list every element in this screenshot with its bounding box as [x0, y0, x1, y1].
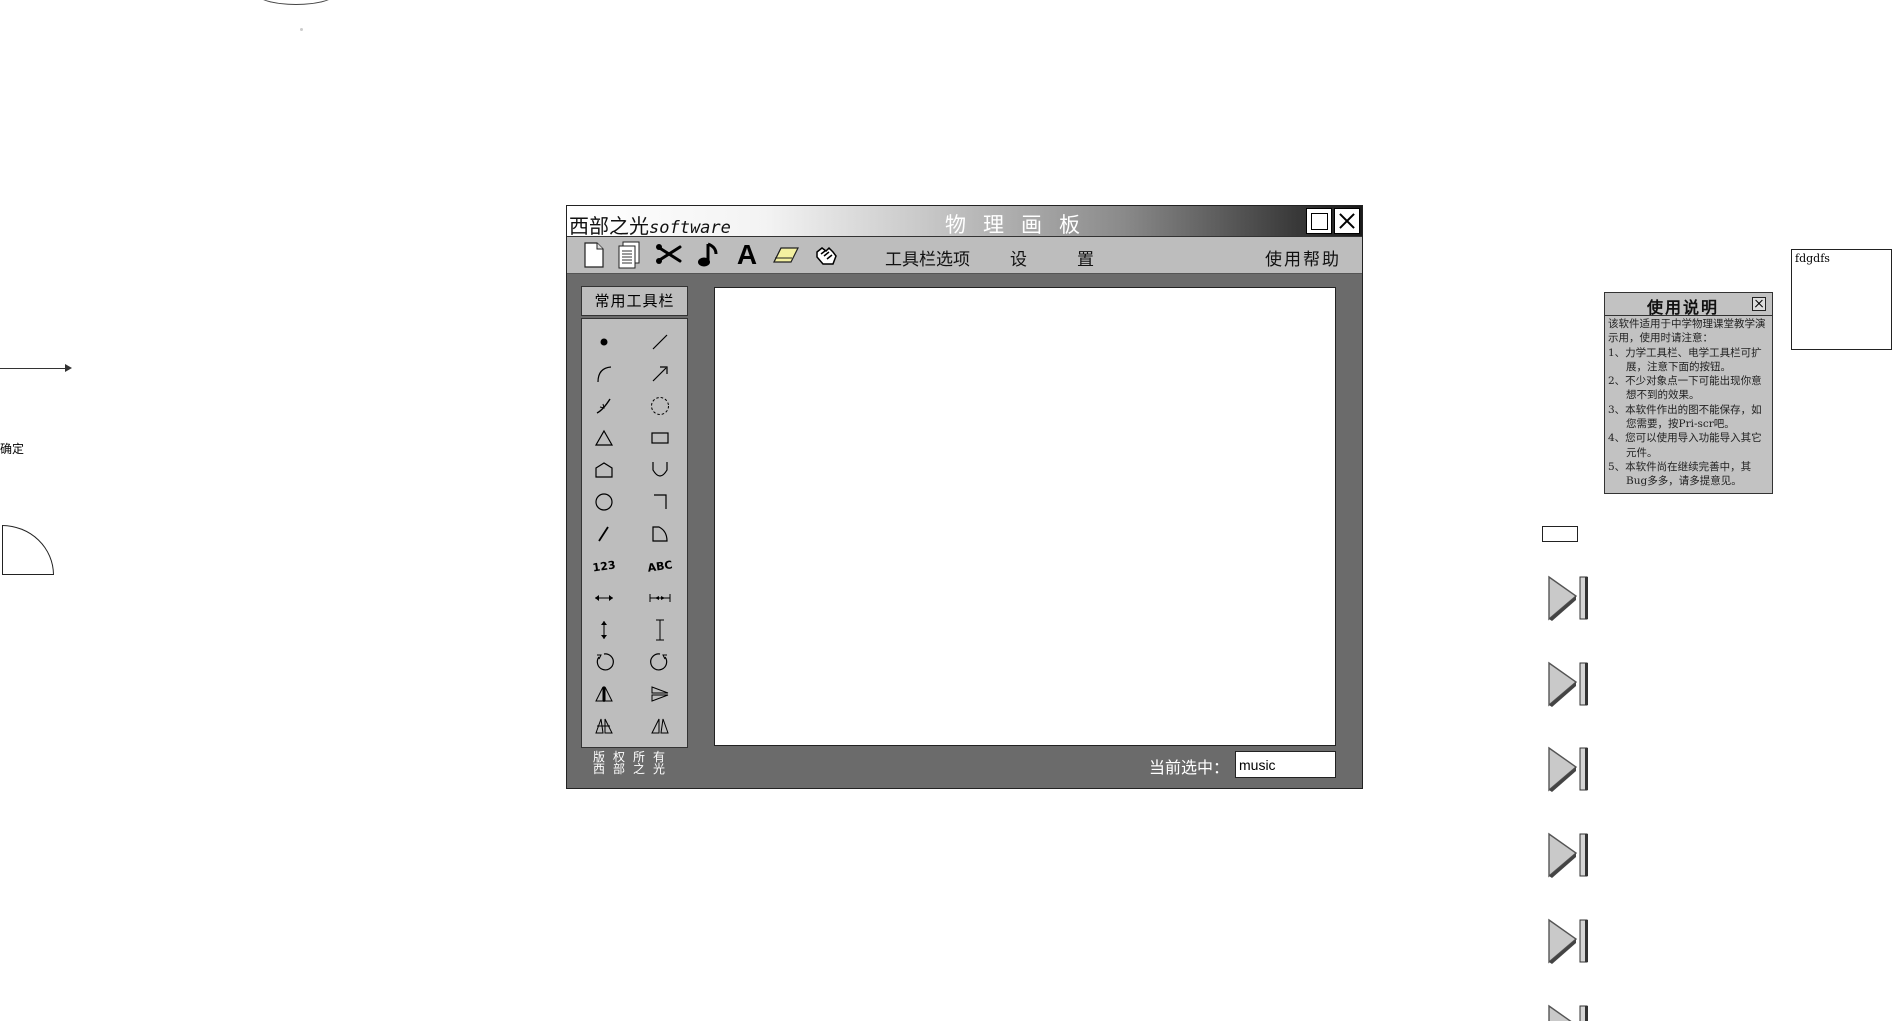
next-button[interactable]: [1546, 660, 1590, 708]
copy-doc-icon[interactable]: [615, 241, 643, 269]
skew-right-tool[interactable]: [638, 712, 682, 740]
rotate-ccw-tool[interactable]: [582, 648, 626, 676]
line-tool[interactable]: [638, 328, 682, 356]
main-window: 西部之光software 物理画板 A 工具栏选项 设 置 使用帮助 常用工具栏…: [566, 205, 1363, 789]
text-icon[interactable]: A: [733, 239, 761, 270]
stray-dot: [300, 28, 303, 31]
rotate-cw-tool[interactable]: [638, 648, 682, 676]
title-bar[interactable]: 西部之光software 物理画板: [567, 206, 1362, 239]
help-item: 1、力学工具栏、电学工具栏可扩展，注意下面的按钮。: [1608, 346, 1762, 373]
menu-settings-2[interactable]: 置: [1077, 245, 1094, 270]
thick-line-tool[interactable]: [582, 520, 626, 548]
eraser-icon[interactable]: [772, 241, 800, 269]
menu-settings-1[interactable]: 设: [1010, 245, 1027, 270]
stray-quarter-circle: [2, 525, 54, 575]
arc-tool[interactable]: [582, 360, 626, 388]
maximize-icon: [1310, 212, 1328, 230]
window-title: 物理画板: [945, 213, 1097, 237]
hand-icon[interactable]: [812, 241, 840, 269]
mirror-v-tool[interactable]: [638, 680, 682, 708]
vertical-arrow-tool[interactable]: [582, 616, 626, 644]
help-panel-body: 该软件适用于中学物理课堂教学演示用，使用时请注意： 1、力学工具栏、电学工具栏可…: [1608, 317, 1771, 489]
corner-tool[interactable]: [638, 488, 682, 516]
dashed-circle-tool[interactable]: [638, 392, 682, 420]
menu-toolbar-options[interactable]: 工具栏选项: [885, 245, 970, 270]
skew-left-tool[interactable]: [582, 712, 626, 740]
help-item: 4、您可以使用导入功能导入其它元件。: [1608, 432, 1762, 459]
toolbar: A 工具栏选项 设 置 使用帮助: [567, 237, 1362, 274]
stray-arrow: [0, 364, 72, 372]
tool-palette: 123 ABC: [581, 318, 688, 748]
help-panel-title: 使用说明: [1647, 298, 1720, 317]
stray-confirm-label: 确定: [0, 442, 25, 456]
copyright-text: 版权所有西部之光: [593, 750, 674, 776]
next-button[interactable]: [1546, 1003, 1590, 1021]
side-text-box[interactable]: fdgdfs: [1791, 249, 1892, 350]
help-item: 3、本软件作出的图不能保存，如您需要，按Pri-scr吧。: [1608, 403, 1762, 431]
help-item: 2、不少对象点一下可能出现你意想不到的效果。: [1608, 375, 1762, 402]
brand-cn: 西部之光: [569, 214, 649, 238]
u-shape-tool[interactable]: [638, 456, 682, 484]
help-panel: 使用说明 该软件适用于中学物理课堂教学演示用，使用时请注意： 1、力学工具栏、电…: [1604, 292, 1773, 494]
next-button[interactable]: [1546, 745, 1590, 793]
scissors-icon[interactable]: [655, 241, 683, 269]
close-icon: [1338, 212, 1356, 230]
palette-header: 常用工具栏: [581, 286, 688, 316]
number-tool[interactable]: 123: [580, 549, 627, 583]
curve-arrow-tool[interactable]: [582, 392, 626, 420]
rectangle-tool[interactable]: [638, 424, 682, 452]
next-button[interactable]: [1546, 831, 1590, 879]
side-text: fdgdfs: [1795, 252, 1830, 265]
brand-en: software: [649, 218, 731, 238]
arrow-tool[interactable]: [638, 360, 682, 388]
next-button[interactable]: [1546, 574, 1590, 622]
current-selection-field[interactable]: [1235, 751, 1336, 778]
circle-tool[interactable]: [582, 488, 626, 516]
current-selection-label: 当前选中：: [1149, 758, 1230, 777]
horizontal-arrow-tool[interactable]: [582, 584, 626, 612]
menu-help[interactable]: 使用帮助: [1265, 245, 1341, 270]
mirror-h-tool[interactable]: [582, 680, 626, 708]
sector-tool[interactable]: [638, 520, 682, 548]
drawing-canvas[interactable]: [714, 287, 1336, 746]
help-item: 5、本软件尚在继续完善中，其Bug多多，请多提意见。: [1608, 460, 1752, 488]
close-button[interactable]: [1334, 208, 1360, 234]
new-file-icon[interactable]: [580, 241, 608, 269]
horizontal-dimension-tool[interactable]: [638, 584, 682, 612]
help-intro: 该软件适用于中学物理课堂教学演示用，使用时请注意：: [1608, 318, 1766, 345]
pentagon-tool[interactable]: [582, 456, 626, 484]
brand-logo: 西部之光software: [569, 210, 731, 239]
point-tool[interactable]: [582, 328, 626, 356]
triangle-tool[interactable]: [582, 424, 626, 452]
small-rectangle[interactable]: [1542, 526, 1578, 542]
stray-arc: [255, 0, 337, 5]
maximize-button[interactable]: [1306, 208, 1332, 234]
help-close-icon[interactable]: [1752, 297, 1766, 311]
next-button[interactable]: [1546, 917, 1590, 965]
vertical-dimension-tool[interactable]: [638, 616, 682, 644]
music-note-icon[interactable]: [694, 241, 722, 269]
help-panel-titlebar[interactable]: 使用说明: [1605, 293, 1772, 317]
letter-tool[interactable]: ABC: [636, 549, 683, 583]
